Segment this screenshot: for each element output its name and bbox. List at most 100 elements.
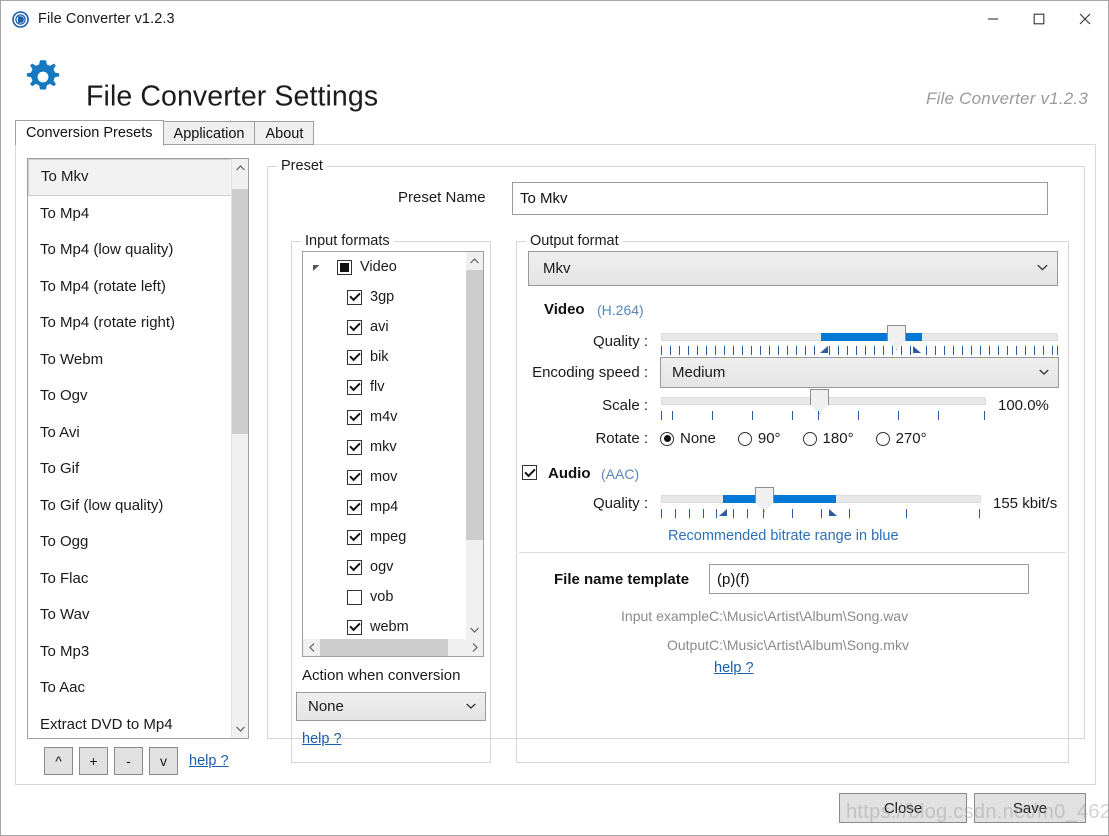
tree-item[interactable]: mpeg	[303, 522, 483, 552]
checkbox-mp4[interactable]	[347, 500, 362, 515]
file-name-template-input[interactable]	[709, 564, 1029, 594]
checkbox-vob[interactable]	[347, 590, 362, 605]
tree-item[interactable]: vob	[303, 582, 483, 612]
output-format-select[interactable]: Mkv	[528, 251, 1058, 286]
audio-quality-slider-fill	[723, 495, 836, 503]
list-item[interactable]: To Gif	[28, 451, 232, 488]
checkbox-3gp[interactable]	[347, 290, 362, 305]
output-example-value: C:\Music\Artist\Album\Song.mkv	[709, 637, 909, 653]
tree-item-label: flv	[370, 379, 385, 395]
close-button[interactable]	[1062, 1, 1108, 37]
window-title: File Converter v1.2.3	[38, 11, 175, 27]
list-item[interactable]: To Wav	[28, 597, 232, 634]
maximize-button[interactable]	[1016, 1, 1062, 37]
input-formats-help-link[interactable]: help ?	[302, 731, 342, 747]
checkbox-avi[interactable]	[347, 320, 362, 335]
tree-node-video[interactable]: Video	[303, 252, 483, 282]
list-item[interactable]: To Mp4 (rotate right)	[28, 305, 232, 342]
radio-rotate-none-label: None	[680, 430, 716, 447]
checkbox-mpeg[interactable]	[347, 530, 362, 545]
list-item[interactable]: Extract DVD to Mp4	[28, 707, 232, 740]
list-item[interactable]: To Mp4	[28, 196, 232, 233]
input-example-value: C:\Music\Artist\Album\Song.wav	[709, 608, 908, 624]
scroll-up-icon[interactable]	[232, 159, 249, 177]
collapse-triangle-icon[interactable]	[309, 263, 323, 272]
list-item[interactable]: To Mp4 (rotate left)	[28, 269, 232, 306]
scroll-down-icon[interactable]	[466, 621, 483, 639]
video-quality-ticks	[661, 346, 1058, 355]
radio-rotate-none[interactable]	[660, 432, 674, 446]
scrollbar-thumb[interactable]	[320, 639, 448, 656]
checkbox-webm[interactable]	[347, 620, 362, 635]
audio-codec-label: (AAC)	[601, 466, 639, 482]
checkbox-m4v[interactable]	[347, 410, 362, 425]
list-item[interactable]: To Mp3	[28, 634, 232, 671]
scroll-left-icon[interactable]	[303, 639, 320, 656]
radio-rotate-180[interactable]	[803, 432, 817, 446]
tree-item[interactable]: m4v	[303, 402, 483, 432]
tab-application[interactable]: Application	[163, 121, 256, 145]
tree-vertical-scrollbar[interactable]	[466, 252, 483, 639]
list-item[interactable]: To Webm	[28, 342, 232, 379]
tree-item-label: mpeg	[370, 529, 406, 545]
checkbox-mkv[interactable]	[347, 440, 362, 455]
input-formats-tree[interactable]: Video 3gp avi bik flv m4v mkv mov	[302, 251, 484, 657]
video-quality-slider-fill	[821, 333, 922, 341]
tree-item[interactable]: flv	[303, 372, 483, 402]
scrollbar-thumb[interactable]	[232, 189, 249, 434]
tree-horizontal-scrollbar[interactable]	[303, 639, 483, 656]
radio-rotate-270[interactable]	[876, 432, 890, 446]
close-dialog-button[interactable]: Close	[839, 793, 967, 823]
preset-list-help-link[interactable]: help ?	[189, 753, 229, 769]
checkbox-audio-enabled[interactable]	[522, 465, 537, 480]
checkbox-video[interactable]	[337, 260, 352, 275]
scroll-up-icon[interactable]	[466, 252, 483, 270]
preset-list[interactable]: To Mkv To Mp4 To Mp4 (low quality) To Mp…	[27, 158, 249, 739]
list-item[interactable]: To Ogg	[28, 524, 232, 561]
audio-quality-slider[interactable]	[661, 495, 981, 503]
remove-preset-button[interactable]: -	[114, 747, 143, 775]
scroll-down-icon[interactable]	[232, 720, 249, 738]
move-down-button[interactable]: v	[149, 747, 178, 775]
radio-rotate-90[interactable]	[738, 432, 752, 446]
checkbox-bik[interactable]	[347, 350, 362, 365]
list-item[interactable]: To Gif (low quality)	[28, 488, 232, 525]
encoding-speed-select[interactable]: Medium	[660, 357, 1059, 388]
video-quality-slider[interactable]	[661, 333, 1058, 341]
checkbox-mov[interactable]	[347, 470, 362, 485]
tree-item[interactable]: bik	[303, 342, 483, 372]
list-item[interactable]: To Flac	[28, 561, 232, 598]
move-up-button[interactable]: ^	[44, 747, 73, 775]
tab-about[interactable]: About	[254, 121, 314, 145]
video-section-title: Video	[544, 301, 585, 318]
file-name-help-link[interactable]: help ?	[714, 660, 754, 676]
tree-item[interactable]: ogv	[303, 552, 483, 582]
preset-name-input[interactable]	[512, 182, 1048, 215]
scrollbar-thumb[interactable]	[466, 270, 483, 540]
list-item[interactable]: To Mp4 (low quality)	[28, 232, 232, 269]
save-button[interactable]: Save	[974, 793, 1086, 823]
tree-item[interactable]: webm	[303, 612, 483, 642]
add-preset-button[interactable]: +	[79, 747, 108, 775]
tree-item[interactable]: avi	[303, 312, 483, 342]
tree-item[interactable]: mkv	[303, 432, 483, 462]
minimize-button[interactable]	[970, 1, 1016, 37]
checkbox-flv[interactable]	[347, 380, 362, 395]
scale-slider[interactable]	[661, 397, 986, 405]
list-item[interactable]: To Aac	[28, 670, 232, 707]
tree-node-label: Video	[360, 259, 397, 275]
tree-item[interactable]: mov	[303, 462, 483, 492]
action-when-conversion-select[interactable]: None	[296, 692, 486, 721]
tab-conversion-presets[interactable]: Conversion Presets	[15, 120, 164, 146]
audio-section-title: Audio	[548, 465, 591, 482]
checkbox-ogv[interactable]	[347, 560, 362, 575]
tree-item[interactable]: 3gp	[303, 282, 483, 312]
tree-item[interactable]: mp4	[303, 492, 483, 522]
chevron-down-icon	[466, 701, 476, 712]
list-item[interactable]: To Mkv	[28, 159, 232, 196]
scale-label: Scale :	[562, 397, 648, 414]
list-item[interactable]: To Avi	[28, 415, 232, 452]
list-item[interactable]: To Ogv	[28, 378, 232, 415]
scroll-right-icon[interactable]	[466, 639, 483, 656]
preset-list-scrollbar[interactable]	[231, 159, 248, 738]
